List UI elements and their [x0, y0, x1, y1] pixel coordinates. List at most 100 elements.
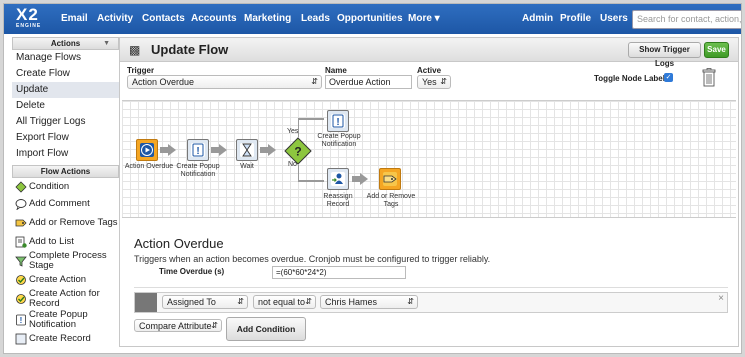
create-action-icon [16, 274, 26, 285]
svg-text:!: ! [336, 117, 339, 128]
select-arrow-icon: ⇵ [237, 297, 244, 306]
select-arrow-icon: ⇵ [407, 297, 414, 306]
flow-icon: ▩ [129, 43, 141, 57]
sidebar-item-all-trigger-logs[interactable]: All Trigger Logs [12, 114, 119, 130]
show-trigger-logs-button[interactable]: Show Trigger Logs [628, 42, 701, 68]
chevron-down-icon: ▼ [103, 40, 110, 47]
nav-admin[interactable]: Admin [522, 4, 553, 34]
compare-attribute-select[interactable]: Compare Attribute ⇵ [134, 319, 222, 332]
x2engine-logo[interactable]: X2 ENGINE [16, 6, 41, 29]
app-window: X2 ENGINE Email Activity Contacts Account… [3, 3, 742, 354]
svg-text:!: ! [196, 146, 199, 157]
node-label-tags: Add or Remove Tags [366, 193, 416, 208]
flow-action-add-to-list[interactable]: Add to List [12, 233, 119, 250]
page-title: Update Flow [151, 42, 229, 57]
trigger-details-description: Triggers when an action becomes overdue.… [134, 254, 491, 264]
sidebar-item-manage-flows[interactable]: Manage Flows [12, 50, 119, 66]
toggle-node-labels-checkbox[interactable]: ✓ [664, 73, 673, 82]
flow-arrow [260, 144, 276, 156]
sidebar-item-import-flow[interactable]: Import Flow [12, 146, 119, 162]
trigger-select[interactable]: Action Overdue ⇵ [127, 75, 322, 89]
active-select[interactable]: Yes ⇵ [417, 75, 451, 89]
svg-text:!: ! [20, 316, 23, 325]
condition-drag-handle[interactable] [135, 293, 157, 312]
flow-action-create-record[interactable]: Create Record [12, 330, 119, 347]
condition-icon [15, 180, 27, 193]
popup-notification-icon: ! [16, 314, 26, 325]
flow-action-add-remove-tags[interactable]: Add or Remove Tags [12, 212, 119, 233]
flow-arrow [211, 144, 227, 156]
sidebar-item-create-flow[interactable]: Create Flow [12, 66, 119, 82]
flow-node-reassign-record[interactable] [327, 168, 349, 190]
nav-email[interactable]: Email [61, 4, 88, 34]
reassign-user-icon [331, 172, 345, 186]
branch-yes-label: Yes [287, 128, 299, 135]
select-arrow-icon: ⇵ [305, 297, 312, 306]
add-condition-button[interactable]: Add Condition [226, 317, 306, 341]
add-to-list-icon [15, 236, 27, 248]
save-button[interactable]: Save [704, 42, 729, 58]
create-record-icon [15, 333, 27, 344]
flow-arrow [160, 144, 176, 156]
sidebar: Actions ▼ Manage Flows Create Flow Update… [12, 37, 119, 353]
play-icon [140, 143, 154, 157]
nav-accounts[interactable]: Accounts [191, 4, 237, 34]
flow-node-wait[interactable] [236, 139, 258, 161]
page-title-bar: ▩ Update Flow Show Trigger Logs Save [120, 38, 738, 68]
node-label-popup-yes: Create Popup Notification [317, 133, 361, 148]
condition-value-select[interactable]: Chris Hames ⇵ [320, 295, 418, 309]
sidebar-item-update[interactable]: Update [12, 82, 119, 98]
flow-action-add-comment[interactable]: Add Comment [12, 195, 119, 212]
nav-profile[interactable]: Profile [560, 4, 591, 34]
remove-condition-close-icon[interactable]: × [718, 293, 724, 304]
nav-marketing[interactable]: Marketing [244, 4, 291, 34]
nav-activity[interactable]: Activity [97, 4, 133, 34]
nav-more[interactable]: More ▾ [408, 4, 440, 34]
sidebar-item-delete[interactable]: Delete [12, 98, 119, 114]
actions-header[interactable]: Actions ▼ [12, 37, 119, 50]
name-label: Name [325, 66, 347, 75]
active-label: Active [417, 66, 442, 75]
branch-no-label: No [288, 161, 297, 168]
flow-action-create-action-for-record[interactable]: Create Action for Record [12, 288, 119, 309]
time-overdue-input[interactable]: =(60*60*24*2) [272, 266, 406, 279]
flow-name-input[interactable]: Overdue Action [325, 75, 412, 89]
trigger-label: Trigger [127, 66, 155, 75]
flow-node-popup-notification-yes[interactable]: ! [327, 110, 349, 132]
nav-users[interactable]: Users [600, 4, 628, 34]
flow-action-condition[interactable]: Condition [12, 178, 119, 195]
select-arrow-icon: ⇵ [211, 321, 218, 330]
condition-attribute-select[interactable]: Assigned To ⇵ [162, 295, 248, 309]
comment-icon [15, 198, 27, 210]
trigger-details-title: Action Overdue [134, 236, 224, 251]
nav-opportunities[interactable]: Opportunities [337, 4, 403, 34]
node-label-wait: Wait [240, 163, 254, 170]
global-search-input[interactable]: Search for contact, action, deal [632, 10, 741, 29]
nav-leads[interactable]: Leads [301, 4, 330, 34]
create-action-record-icon [16, 293, 26, 304]
condition-row: Assigned To ⇵ not equal to ⇵ Chris Hames ⇵ … [134, 292, 728, 313]
funnel-icon [15, 256, 27, 267]
trash-icon[interactable] [702, 68, 716, 87]
sidebar-item-export-flow[interactable]: Export Flow [12, 130, 119, 146]
top-nav-bar: X2 ENGINE Email Activity Contacts Account… [4, 4, 741, 34]
toggle-node-labels-label: Toggle Node Labels [594, 74, 670, 83]
popup-notification-icon: ! [331, 114, 345, 128]
tag-icon [383, 172, 397, 186]
time-overdue-label: Time Overdue (s) [159, 267, 225, 276]
flow-node-popup-notification[interactable]: ! [187, 139, 209, 161]
tag-icon [15, 219, 27, 226]
condition-operator-select[interactable]: not equal to ⇵ [253, 295, 316, 309]
flow-action-complete-process-stage[interactable]: Complete Process Stage [12, 250, 119, 271]
flow-canvas[interactable]: Action Overdue ! Create Popup Notificati… [122, 100, 736, 218]
hourglass-icon [240, 143, 254, 157]
flow-node-add-remove-tags[interactable] [379, 168, 401, 190]
flow-node-trigger[interactable] [136, 139, 158, 161]
trigger-details: Action Overdue Triggers when an action b… [122, 220, 736, 346]
flow-action-create-action[interactable]: Create Action [12, 271, 119, 288]
popup-notification-icon: ! [191, 143, 205, 157]
nav-contacts[interactable]: Contacts [142, 4, 185, 34]
select-arrow-icon: ⇵ [440, 77, 447, 86]
flow-action-create-popup-notification[interactable]: ! Create Popup Notification [12, 309, 119, 330]
divider [134, 287, 728, 288]
